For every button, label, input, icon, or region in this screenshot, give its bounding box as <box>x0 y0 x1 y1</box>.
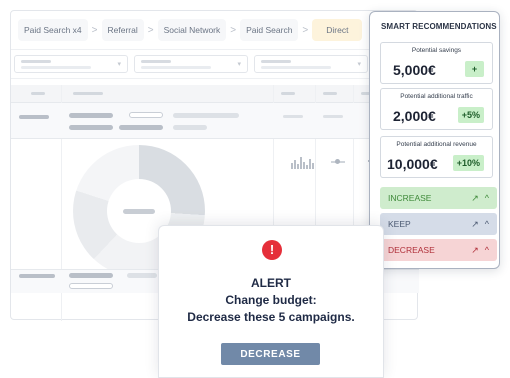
chevron-up-icon[interactable]: ^ <box>485 219 489 229</box>
increase-action[interactable]: INCREASE ↗ ^ <box>380 187 497 209</box>
card-value: 2,000€ <box>393 108 436 124</box>
action-label: INCREASE <box>388 193 432 203</box>
spark-bar <box>291 163 293 169</box>
cell-placeholder <box>69 273 113 278</box>
spark-bar <box>297 164 299 169</box>
card-value: 5,000€ <box>393 62 436 78</box>
alert-dialog: ! ALERT Change budget: Decrease these 5 … <box>158 225 384 378</box>
cell-placeholder <box>173 113 239 118</box>
cell-placeholder <box>19 274 55 278</box>
spark-bar <box>294 160 296 169</box>
keep-action[interactable]: KEEP ↗ ^ <box>380 213 497 235</box>
cell-placeholder <box>323 115 343 118</box>
header-placeholder <box>323 92 337 95</box>
cell-placeholder <box>173 125 207 130</box>
donut-label-placeholder <box>123 209 155 214</box>
breadcrumb-item-referral[interactable]: Referral <box>101 19 144 41</box>
filter-label-placeholder <box>261 60 291 63</box>
filter-label-placeholder <box>21 60 51 63</box>
potential-revenue-card: Potential additional revenue 10,000€ +10… <box>380 136 493 178</box>
external-link-icon[interactable]: ↗ <box>471 193 479 204</box>
potential-traffic-card: Potential additional traffic 2,000€ +5% <box>380 88 493 130</box>
table-row[interactable] <box>11 103 419 139</box>
chevron-down-icon: ▾ <box>117 61 121 68</box>
breadcrumb-separator: > <box>230 24 237 36</box>
action-label: KEEP <box>388 219 411 229</box>
header-placeholder <box>31 92 45 95</box>
slider-placeholder <box>331 159 345 164</box>
chevron-up-icon[interactable]: ^ <box>485 193 489 203</box>
card-value: 10,000€ <box>387 156 438 172</box>
cell-placeholder <box>19 115 49 119</box>
decrease-button[interactable]: DECREASE <box>221 343 320 365</box>
filter-value-placeholder <box>21 66 91 69</box>
cell-placeholder <box>69 113 113 118</box>
filter-value-placeholder <box>141 66 211 69</box>
card-badge: +10% <box>452 155 484 171</box>
spark-bar <box>312 163 314 169</box>
breadcrumb-separator: > <box>147 24 154 36</box>
filter-select[interactable]: ▾ <box>14 55 128 73</box>
panel-title: SMART RECOMMENDATIONS <box>381 22 497 31</box>
breadcrumb-item-social-network[interactable]: Social Network <box>157 19 227 41</box>
spark-bar <box>306 165 308 169</box>
card-badge: +5% <box>457 107 484 123</box>
cell-placeholder <box>119 125 163 130</box>
breadcrumb-item-direct[interactable]: Direct <box>312 19 363 41</box>
potential-savings-card: Potential savings 5,000€ + <box>380 42 493 84</box>
breadcrumb-separator: > <box>91 24 98 36</box>
filter-bar: ▾ ▾ ▾ <box>11 49 419 79</box>
external-link-icon[interactable]: ↗ <box>471 219 479 230</box>
cell-placeholder <box>283 115 303 118</box>
alert-title: ALERT <box>251 276 291 290</box>
cell-placeholder <box>129 112 163 118</box>
sparkline-bars <box>291 155 314 169</box>
chevron-up-icon[interactable]: ^ <box>485 245 489 255</box>
header-placeholder <box>281 92 295 95</box>
breadcrumb-item-paid-search[interactable]: Paid Search <box>240 19 299 41</box>
header-placeholder <box>73 92 103 95</box>
breadcrumb: Paid Search x4 > Referral > Social Netwo… <box>18 18 363 42</box>
chevron-down-icon: ▾ <box>357 61 361 68</box>
filter-select[interactable]: ▾ <box>254 55 368 73</box>
spark-bar <box>309 159 311 169</box>
breadcrumb-item-paid-search-x4[interactable]: Paid Search x4 <box>18 19 88 41</box>
card-label: Potential additional revenue <box>396 141 477 148</box>
cell-placeholder <box>127 273 157 278</box>
alert-message-line: Decrease these 5 campaigns. <box>187 310 355 324</box>
cell-placeholder <box>69 125 113 130</box>
alert-icon: ! <box>262 240 282 260</box>
table-header <box>11 85 419 103</box>
decrease-action[interactable]: DECREASE ↗ ^ <box>380 239 497 261</box>
alert-message-line: Change budget: <box>225 293 317 307</box>
card-label: Potential savings <box>411 47 462 54</box>
filter-value-placeholder <box>261 66 331 69</box>
card-badge: + <box>465 61 484 77</box>
external-link-icon[interactable]: ↗ <box>471 245 479 256</box>
action-label: DECREASE <box>388 245 435 255</box>
breadcrumb-separator: > <box>302 24 309 36</box>
card-label: Potential additional traffic <box>400 93 473 100</box>
spark-bar <box>300 157 302 169</box>
smart-recommendations-panel: SMART RECOMMENDATIONS Potential savings … <box>369 11 500 269</box>
chevron-down-icon: ▾ <box>237 61 241 68</box>
filter-select[interactable]: ▾ <box>134 55 248 73</box>
filter-label-placeholder <box>141 60 171 63</box>
cell-placeholder <box>69 283 113 289</box>
spark-bar <box>303 162 305 169</box>
